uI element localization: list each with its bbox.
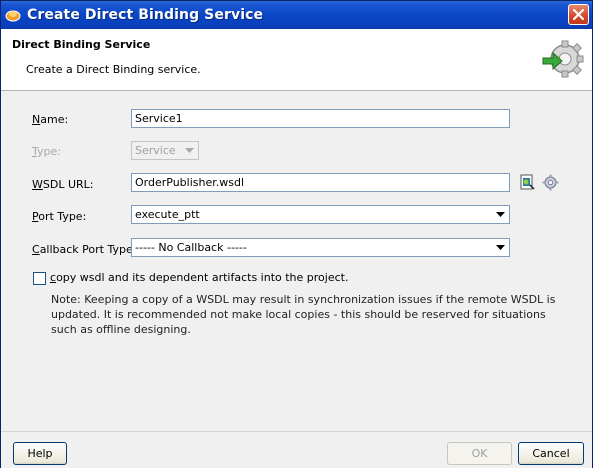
copy-wsdl-checkbox[interactable]	[33, 272, 46, 285]
find-wsdl-icon[interactable]	[519, 174, 536, 191]
note-text: Note: Keeping a copy of a WSDL may resul…	[51, 293, 556, 336]
port-type-label: Port Type:	[32, 210, 87, 223]
button-bar: Help OK Cancel	[1, 431, 592, 468]
name-label: Name:	[32, 113, 69, 126]
chevron-down-icon	[183, 144, 196, 157]
header-subtitle: Create a Direct Binding service.	[26, 63, 201, 76]
copy-wsdl-label[interactable]: copy wsdl and its dependent artifacts in…	[50, 271, 348, 284]
header-title: Direct Binding Service	[12, 38, 151, 51]
type-select: Service	[131, 141, 199, 160]
title-bar[interactable]: Create Direct Binding Service	[1, 1, 592, 29]
cancel-button[interactable]: Cancel	[518, 442, 584, 465]
callback-port-type-select[interactable]: ----- No Callback -----	[131, 238, 510, 257]
help-button[interactable]: Help	[13, 442, 67, 465]
name-input[interactable]: Service1	[131, 109, 510, 128]
gear-arrow-icon	[542, 40, 584, 78]
chevron-down-icon	[494, 241, 507, 254]
chevron-down-icon	[494, 208, 507, 221]
close-icon	[573, 9, 584, 20]
window-title: Create Direct Binding Service	[27, 7, 264, 23]
gear-icon[interactable]	[542, 174, 559, 191]
callback-port-type-label: Callback Port Type:	[32, 243, 137, 256]
wsdl-url-input[interactable]: OrderPublisher.wsdl	[131, 173, 510, 192]
dialog-window: Create Direct Binding Service Direct Bin…	[0, 0, 593, 468]
close-button[interactable]	[568, 4, 589, 25]
dialog-header: Direct Binding Service Create a Direct B…	[1, 29, 592, 91]
service-icon	[5, 10, 21, 22]
wsdl-url-label: WSDL URL:	[32, 178, 94, 191]
ok-button[interactable]: OK	[447, 442, 512, 465]
form-area: Name: Service1 Type: Service WSDL URL: O…	[1, 92, 592, 432]
type-label: Type:	[32, 145, 61, 158]
port-type-select[interactable]: execute_ptt	[131, 205, 510, 224]
